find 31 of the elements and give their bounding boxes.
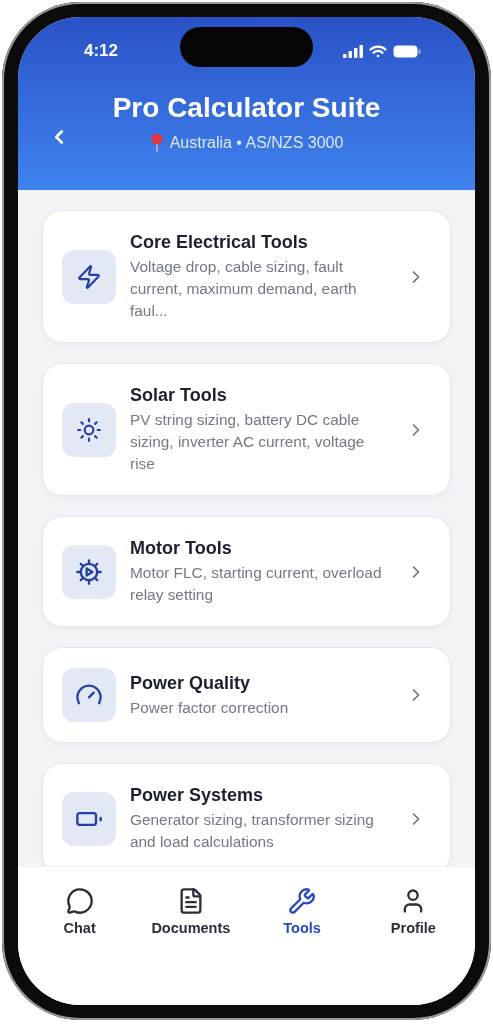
card-title: Power Systems [130, 784, 265, 806]
signal-icon [343, 44, 363, 58]
card-description: Power factor correction [130, 697, 290, 718]
tool-category-card[interactable]: Power Quality Power factor correction [42, 647, 451, 743]
card-title: Solar Tools [130, 384, 228, 406]
card-description: Motor FLC, starting current, overload relay setting [130, 563, 383, 605]
tool-category-card[interactable]: Power Systems Generator sizing, transformer sizing and load calculations [42, 763, 451, 866]
battery-status-icon [393, 44, 421, 58]
tab-item[interactable]: Profile [363, 883, 464, 943]
chat-bubble-icon [65, 887, 94, 915]
tab-item[interactable]: Tools [252, 883, 353, 943]
card-description: Voltage drop, cable sizing, fault current, maximum demand, earth faul... [130, 257, 358, 321]
wifi-icon [369, 44, 387, 58]
pin-icon [149, 133, 164, 153]
card-title: Motor Tools [130, 537, 233, 559]
card-title: Power Quality [130, 671, 252, 694]
lightning-icon [76, 263, 102, 290]
tool-category-card[interactable]: Solar Tools PV string sizing, battery DC cable sizing, inverter AC current, voltage rise [42, 363, 451, 496]
tool-category-card[interactable]: Motor Tools Motor FLC, starting current, overload relay setting [42, 516, 451, 627]
status-time: 4:12 [84, 41, 119, 61]
card-description: Generator sizing, transformer sizing and load calculations [130, 810, 375, 852]
page-title: Pro Calculator Suite [112, 91, 381, 125]
tab-item[interactable]: Chat [29, 883, 130, 943]
wrench-icon [288, 887, 317, 915]
sun-icon [76, 416, 102, 443]
tool-category-card[interactable]: Core Electrical Tools Voltage drop, cable sizing, fault current, maximum demand, earth faul... [42, 210, 451, 343]
card-title: Core Electrical Tools [130, 231, 309, 253]
tab-item[interactable]: Documents [140, 883, 241, 943]
region-standard: Australia • AS/NZS 3000 [169, 134, 344, 152]
card-description: PV string sizing, battery DC cable sizing, inverter AC current, voltage rise [130, 410, 366, 474]
gear-play-icon [75, 557, 103, 586]
